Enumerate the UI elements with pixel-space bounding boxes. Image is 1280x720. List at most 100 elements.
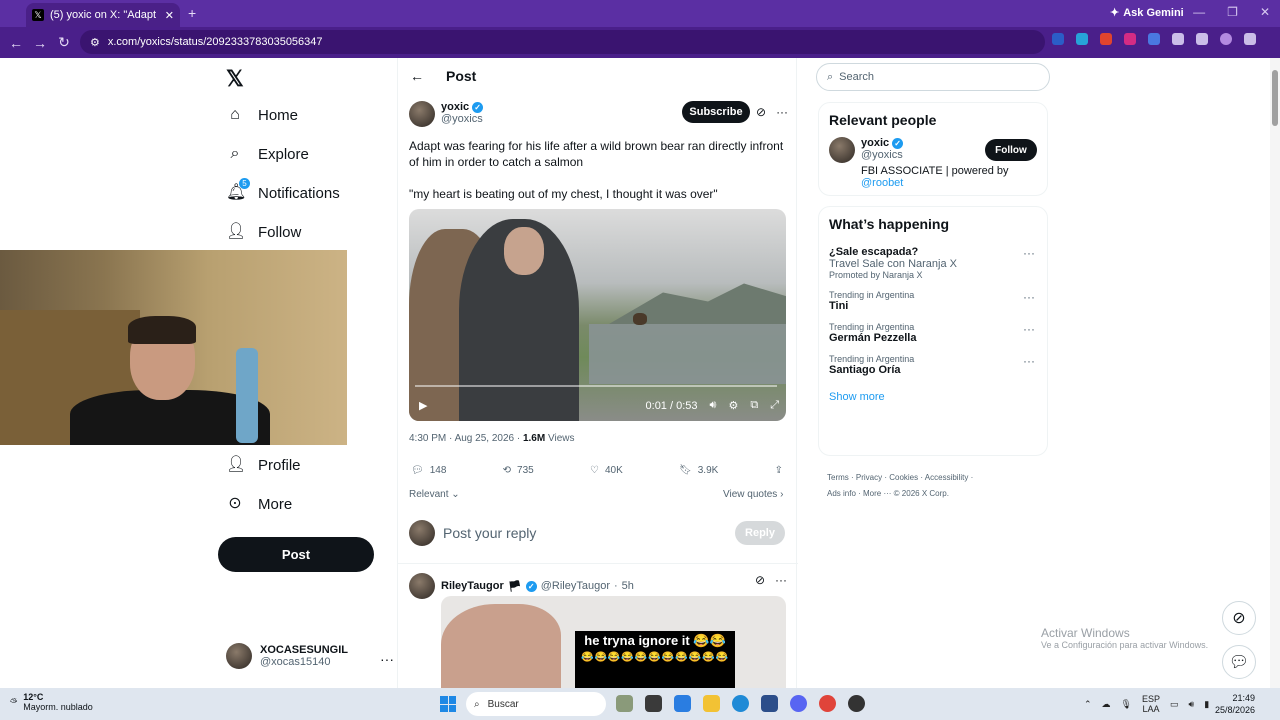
more-dots-icon[interactable]: ···	[775, 573, 787, 587]
subscribe-button[interactable]: Subscribe	[682, 101, 750, 123]
reload-icon[interactable]: ↻	[52, 34, 76, 51]
taskbar-search[interactable]: ⌕ Buscar	[466, 692, 606, 716]
nav-home[interactable]: ⌂ Home	[226, 106, 298, 124]
store-icon[interactable]	[761, 695, 778, 712]
trend-item[interactable]: ¿Sale escapada? Travel Sale con Naranja …	[819, 241, 1047, 285]
reply-media[interactable]: he tryna ignore it 😂😂 😂😂😂😂😂😂😂😂😂😂😂	[441, 596, 786, 688]
reply-author-handle[interactable]: @RileyTaugor	[541, 580, 610, 592]
pip-icon[interactable]: ⧉	[750, 399, 758, 412]
repost-action[interactable]: ⟲ 735	[503, 465, 534, 476]
extension-icon[interactable]	[1052, 33, 1064, 45]
new-tab-button[interactable]: +	[188, 5, 196, 21]
microphone-icon[interactable]: 🎙︎	[1121, 699, 1132, 710]
person-name[interactable]: yoxic	[861, 137, 889, 149]
more-dots-icon[interactable]: ···	[380, 651, 394, 667]
restore-icon[interactable]: ❐	[1227, 5, 1238, 19]
nav-explore[interactable]: ⌕ Explore	[226, 145, 309, 163]
video-progress-bar[interactable]	[415, 385, 777, 387]
post-author[interactable]: yoxic ✓ @yoxics	[409, 101, 484, 127]
language-indicator[interactable]: ESP LAA	[1142, 694, 1160, 714]
address-bar[interactable]: ⚙ x.com/yoxics/status/209233378303505634…	[80, 30, 1045, 54]
like-action[interactable]: ♡ 40K	[590, 465, 623, 476]
extensions-puzzle-icon[interactable]	[1172, 33, 1184, 45]
taskbar-clock[interactable]: 21:49 25/8/2026	[1215, 692, 1255, 716]
reply-time[interactable]: 5h	[622, 580, 634, 592]
back-icon[interactable]: ←	[4, 35, 28, 51]
app-icon[interactable]	[674, 695, 691, 712]
trend-item[interactable]: Trending in Argentina Tini ···	[819, 285, 1047, 317]
back-arrow-icon[interactable]: ←	[410, 68, 424, 84]
nav-follow[interactable]: 👤︎ Follow	[226, 223, 301, 241]
extension-icon[interactable]	[1076, 33, 1088, 45]
trend-item[interactable]: Trending in Argentina Germán Pezzella ··…	[819, 317, 1047, 349]
avatar[interactable]	[409, 573, 435, 599]
bookmark-action[interactable]: 🔖︎ 3.9K	[679, 465, 718, 476]
volume-icon[interactable]: 🔊︎	[710, 399, 717, 412]
volume-icon[interactable]: 🔊︎	[1189, 699, 1195, 710]
app-icon[interactable]	[848, 695, 865, 712]
more-dots-icon[interactable]: ···	[1023, 322, 1035, 336]
reply-input[interactable]: Post your reply	[443, 525, 727, 541]
app-icon[interactable]	[616, 695, 633, 712]
file-explorer-icon[interactable]	[703, 695, 720, 712]
chrome-icon[interactable]	[819, 695, 836, 712]
profile-avatar-icon[interactable]	[1220, 33, 1232, 45]
discord-icon[interactable]	[790, 695, 807, 712]
reply-author-name[interactable]: RileyTaugor	[441, 580, 504, 592]
grok-fab-icon[interactable]: ⊘	[1222, 601, 1256, 635]
sort-dropdown[interactable]: Relevant ⌄	[409, 489, 460, 500]
fullscreen-icon[interactable]: ⤢	[770, 399, 779, 412]
reply-action[interactable]: 💬︎ 148	[411, 465, 446, 476]
avatar[interactable]	[829, 137, 855, 163]
display-icon[interactable]: ▭	[1170, 699, 1179, 710]
reply-button[interactable]: Reply	[735, 521, 785, 545]
reading-list-icon[interactable]	[1196, 33, 1208, 45]
more-dots-icon[interactable]: ···	[1023, 246, 1035, 260]
relevant-person[interactable]: yoxic ✓ @yoxics Follow	[819, 137, 1047, 163]
battery-icon[interactable]: ▮	[1204, 699, 1209, 710]
minimize-icon[interactable]: —	[1193, 5, 1205, 19]
tray-chevron-icon[interactable]: ⌃	[1084, 699, 1092, 710]
browser-tab[interactable]: 𝕏 (5) yoxic on X: "Adapt was fearin ✕	[26, 3, 180, 27]
show-more-link[interactable]: Show more	[819, 381, 1047, 415]
author-handle[interactable]: @yoxics	[441, 113, 483, 125]
messages-fab-icon[interactable]: 💬︎	[1222, 645, 1256, 679]
more-dots-icon[interactable]: ···	[1023, 354, 1035, 368]
post-button[interactable]: Post	[218, 537, 374, 572]
search-input[interactable]: ⌕ Search	[816, 63, 1050, 91]
weather-widget[interactable]: ⛅︎ 12°C Mayorm. nublado	[10, 692, 93, 712]
settings-icon[interactable]: ⚙	[728, 399, 738, 412]
account-switcher[interactable]: XOCASESUNGIL @xocas15140 ···	[226, 643, 394, 669]
post-timestamp[interactable]: 4:30 PM · Aug 25, 2026 ·	[409, 433, 523, 444]
x-logo-icon[interactable]: 𝕏	[226, 66, 244, 92]
avatar[interactable]	[409, 101, 435, 127]
site-info-icon[interactable]: ⚙	[90, 36, 100, 49]
network-tray-icon[interactable]: ☁︎	[1102, 699, 1111, 710]
close-window-icon[interactable]: ✕	[1260, 5, 1270, 19]
close-tab-icon[interactable]: ✕	[165, 9, 174, 22]
view-quotes-link[interactable]: View quotes ›	[723, 489, 783, 500]
more-dots-icon[interactable]: ···	[776, 105, 788, 119]
grok-icon[interactable]: ⊘	[755, 573, 765, 587]
scrollbar-thumb[interactable]	[1272, 70, 1278, 126]
windows-start-icon[interactable]	[440, 696, 456, 712]
author-name[interactable]: yoxic	[441, 101, 469, 113]
bio-link[interactable]: @roobet	[861, 177, 903, 189]
more-dots-icon[interactable]: ···	[1023, 290, 1035, 304]
nav-profile[interactable]: 👤︎ Profile	[226, 456, 301, 474]
footer-line[interactable]: Ads info · More ··· © 2026 X Corp.	[827, 486, 1047, 502]
footer-line[interactable]: Terms · Privacy · Cookies · Accessibilit…	[827, 470, 1047, 486]
nav-notifications[interactable]: 🔔︎ 5 Notifications	[226, 178, 340, 202]
browser-menu-icon[interactable]	[1244, 33, 1256, 45]
video-player[interactable]: ▶ 0:01 / 0:53 🔊︎ ⚙ ⧉ ⤢	[409, 209, 786, 421]
trend-item[interactable]: Trending in Argentina Santiago Oría ···	[819, 349, 1047, 381]
extension-icon[interactable]	[1148, 33, 1160, 45]
share-icon[interactable]: ⇪	[775, 465, 783, 476]
page-scrollbar[interactable]	[1270, 58, 1280, 688]
ask-gemini-button[interactable]: ✦ Ask Gemini	[1110, 6, 1184, 20]
nav-more[interactable]: ⊙ More	[226, 495, 292, 513]
extension-icon[interactable]	[1100, 33, 1112, 45]
extension-icon[interactable]	[1124, 33, 1136, 45]
task-view-icon[interactable]	[645, 695, 662, 712]
edge-icon[interactable]	[732, 695, 749, 712]
